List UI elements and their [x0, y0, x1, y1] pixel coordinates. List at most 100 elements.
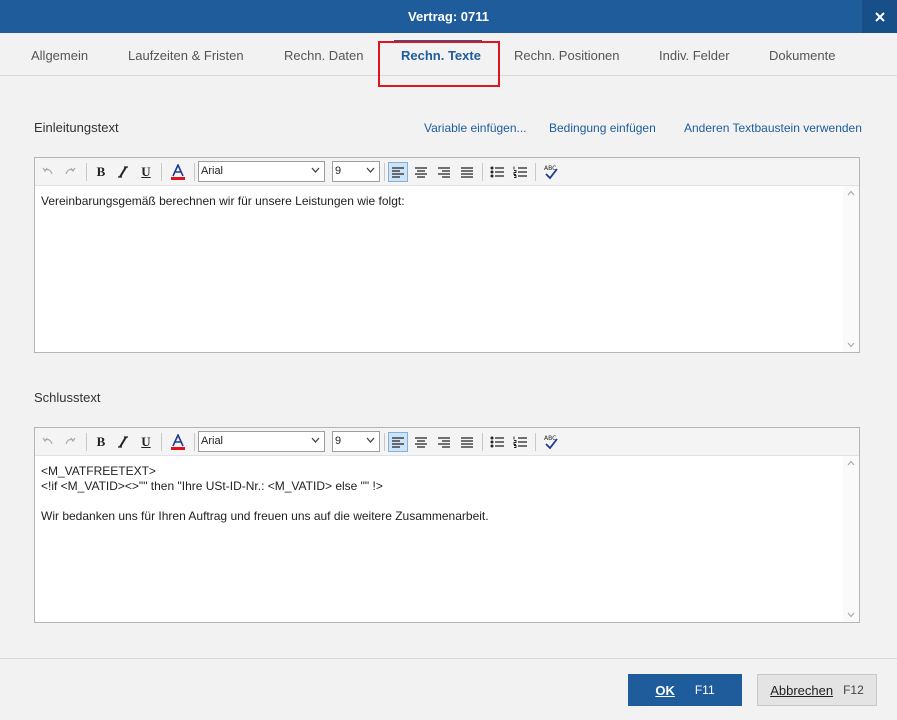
- align-right-button[interactable]: [434, 162, 454, 182]
- tab-rechn-positionen[interactable]: Rechn. Positionen: [514, 48, 620, 63]
- text-line: Wir bedanken uns für Ihren Auftrag und f…: [41, 509, 489, 523]
- chevron-down-icon: [366, 437, 375, 443]
- undo-icon: [42, 437, 53, 445]
- align-justify-icon: [461, 436, 473, 448]
- text-line: Vereinbarungsgemäß berechnen wir für uns…: [41, 194, 405, 208]
- text-line: [41, 494, 489, 509]
- spellcheck-icon: ABC: [544, 165, 558, 180]
- spellcheck-button[interactable]: ABC: [541, 162, 561, 182]
- bullet-list-button[interactable]: [487, 432, 507, 452]
- font-family-select[interactable]: Arial: [198, 431, 325, 452]
- chevron-down-icon: [366, 167, 375, 173]
- font-family-value: Arial: [201, 435, 224, 447]
- ok-button[interactable]: OK F11: [628, 674, 742, 706]
- toolbar-separator: [535, 433, 536, 451]
- closing-text-area[interactable]: <M_VATFREETEXT> <!if <M_VATID><>"" then "…: [41, 464, 489, 524]
- text-line: <!if <M_VATID><>"" then "Ihre USt-ID-Nr.…: [41, 479, 383, 493]
- underline-button[interactable]: U: [136, 432, 156, 452]
- align-center-button[interactable]: [411, 432, 431, 452]
- font-color-button[interactable]: [168, 162, 188, 182]
- toolbar-separator: [194, 163, 195, 181]
- redo-icon: [65, 167, 76, 175]
- underline-button[interactable]: U: [136, 162, 156, 182]
- close-button[interactable]: [862, 0, 897, 33]
- undo-button[interactable]: [38, 162, 58, 182]
- numbered-list-button[interactable]: [510, 162, 530, 182]
- italic-button[interactable]: [113, 162, 133, 182]
- undo-button[interactable]: [38, 432, 58, 452]
- ok-shortcut: F11: [694, 683, 715, 697]
- bullet-list-icon: [490, 436, 504, 448]
- font-size-value: 9: [335, 435, 342, 447]
- align-center-icon: [415, 436, 427, 448]
- redo-icon: [65, 437, 76, 445]
- redo-button[interactable]: [60, 432, 80, 452]
- redo-button[interactable]: [60, 162, 80, 182]
- scroll-down-icon: [847, 342, 855, 348]
- spellcheck-icon: ABC: [544, 435, 558, 450]
- font-color-icon: [171, 164, 185, 180]
- font-color-button[interactable]: [168, 432, 188, 452]
- spellcheck-button[interactable]: ABC: [541, 432, 561, 452]
- tab-laufzeiten-fristen[interactable]: Laufzeiten & Fristen: [128, 48, 244, 63]
- bold-icon: B: [96, 164, 106, 179]
- toolbar-separator: [482, 163, 483, 181]
- toolbar-separator: [535, 163, 536, 181]
- insert-variable-link[interactable]: Variable einfügen...: [424, 121, 527, 135]
- title-bar: Vertrag: 0711: [0, 0, 897, 33]
- bullet-list-icon: [490, 166, 504, 178]
- align-center-button[interactable]: [411, 162, 431, 182]
- tab-allgemein[interactable]: Allgemein: [31, 48, 88, 63]
- tab-rechn-daten[interactable]: Rechn. Daten: [284, 48, 364, 63]
- bold-button[interactable]: B: [91, 432, 111, 452]
- scroll-up-icon: [847, 460, 855, 466]
- bold-button[interactable]: B: [91, 162, 111, 182]
- close-icon: [874, 11, 885, 22]
- insert-condition-link[interactable]: Bedingung einfügen: [549, 121, 656, 135]
- closing-scrollbar[interactable]: [843, 456, 859, 622]
- italic-button[interactable]: [113, 432, 133, 452]
- cancel-button[interactable]: Abbrechen F12: [757, 674, 877, 706]
- font-size-select[interactable]: 9: [332, 161, 380, 182]
- align-right-icon: [438, 436, 450, 448]
- cancel-label: Abbrechen: [770, 682, 834, 698]
- toolbar-separator: [482, 433, 483, 451]
- align-right-button[interactable]: [434, 432, 454, 452]
- scroll-up-icon: [847, 190, 855, 196]
- toolbar-separator: [86, 433, 87, 451]
- chevron-down-icon: [311, 167, 320, 173]
- font-family-select[interactable]: Arial: [198, 161, 325, 182]
- intro-text-area[interactable]: Vereinbarungsgemäß berechnen wir für uns…: [41, 194, 405, 209]
- undo-icon: [42, 167, 53, 175]
- align-left-button[interactable]: [388, 432, 408, 452]
- window-title: Vertrag: 0711: [408, 9, 489, 24]
- closing-toolbar: B U Arial 9 ABC: [35, 428, 859, 456]
- tab-indiv-felder[interactable]: Indiv. Felder: [659, 48, 730, 63]
- toolbar-separator: [161, 433, 162, 451]
- toolbar-separator: [384, 163, 385, 181]
- numbered-list-button[interactable]: [510, 432, 530, 452]
- align-left-icon: [392, 436, 404, 448]
- align-justify-button[interactable]: [457, 432, 477, 452]
- align-center-icon: [415, 166, 427, 178]
- bullet-list-button[interactable]: [487, 162, 507, 182]
- underline-icon: U: [141, 434, 151, 449]
- intro-editor[interactable]: B U Arial 9 ABC Vereinbarungsgemäß berec…: [34, 157, 860, 353]
- align-left-button[interactable]: [388, 162, 408, 182]
- intro-label: Einleitungstext: [34, 120, 119, 135]
- align-right-icon: [438, 166, 450, 178]
- use-other-textblock-link[interactable]: Anderen Textbaustein verwenden: [684, 121, 862, 135]
- closing-editor[interactable]: B U Arial 9 ABC <M_VATFREETEXT> <!if <M_…: [34, 427, 860, 623]
- tab-dokumente[interactable]: Dokumente: [769, 48, 835, 63]
- bold-icon: B: [96, 434, 106, 449]
- scroll-down-icon: [847, 612, 855, 618]
- cancel-shortcut: F12: [843, 683, 864, 697]
- intro-scrollbar[interactable]: [843, 186, 859, 352]
- align-justify-button[interactable]: [457, 162, 477, 182]
- numbered-list-icon: [513, 166, 527, 178]
- text-line: <M_VATFREETEXT>: [41, 464, 156, 478]
- toolbar-separator: [384, 433, 385, 451]
- font-size-select[interactable]: 9: [332, 431, 380, 452]
- font-family-value: Arial: [201, 165, 224, 177]
- italic-icon: [118, 436, 128, 448]
